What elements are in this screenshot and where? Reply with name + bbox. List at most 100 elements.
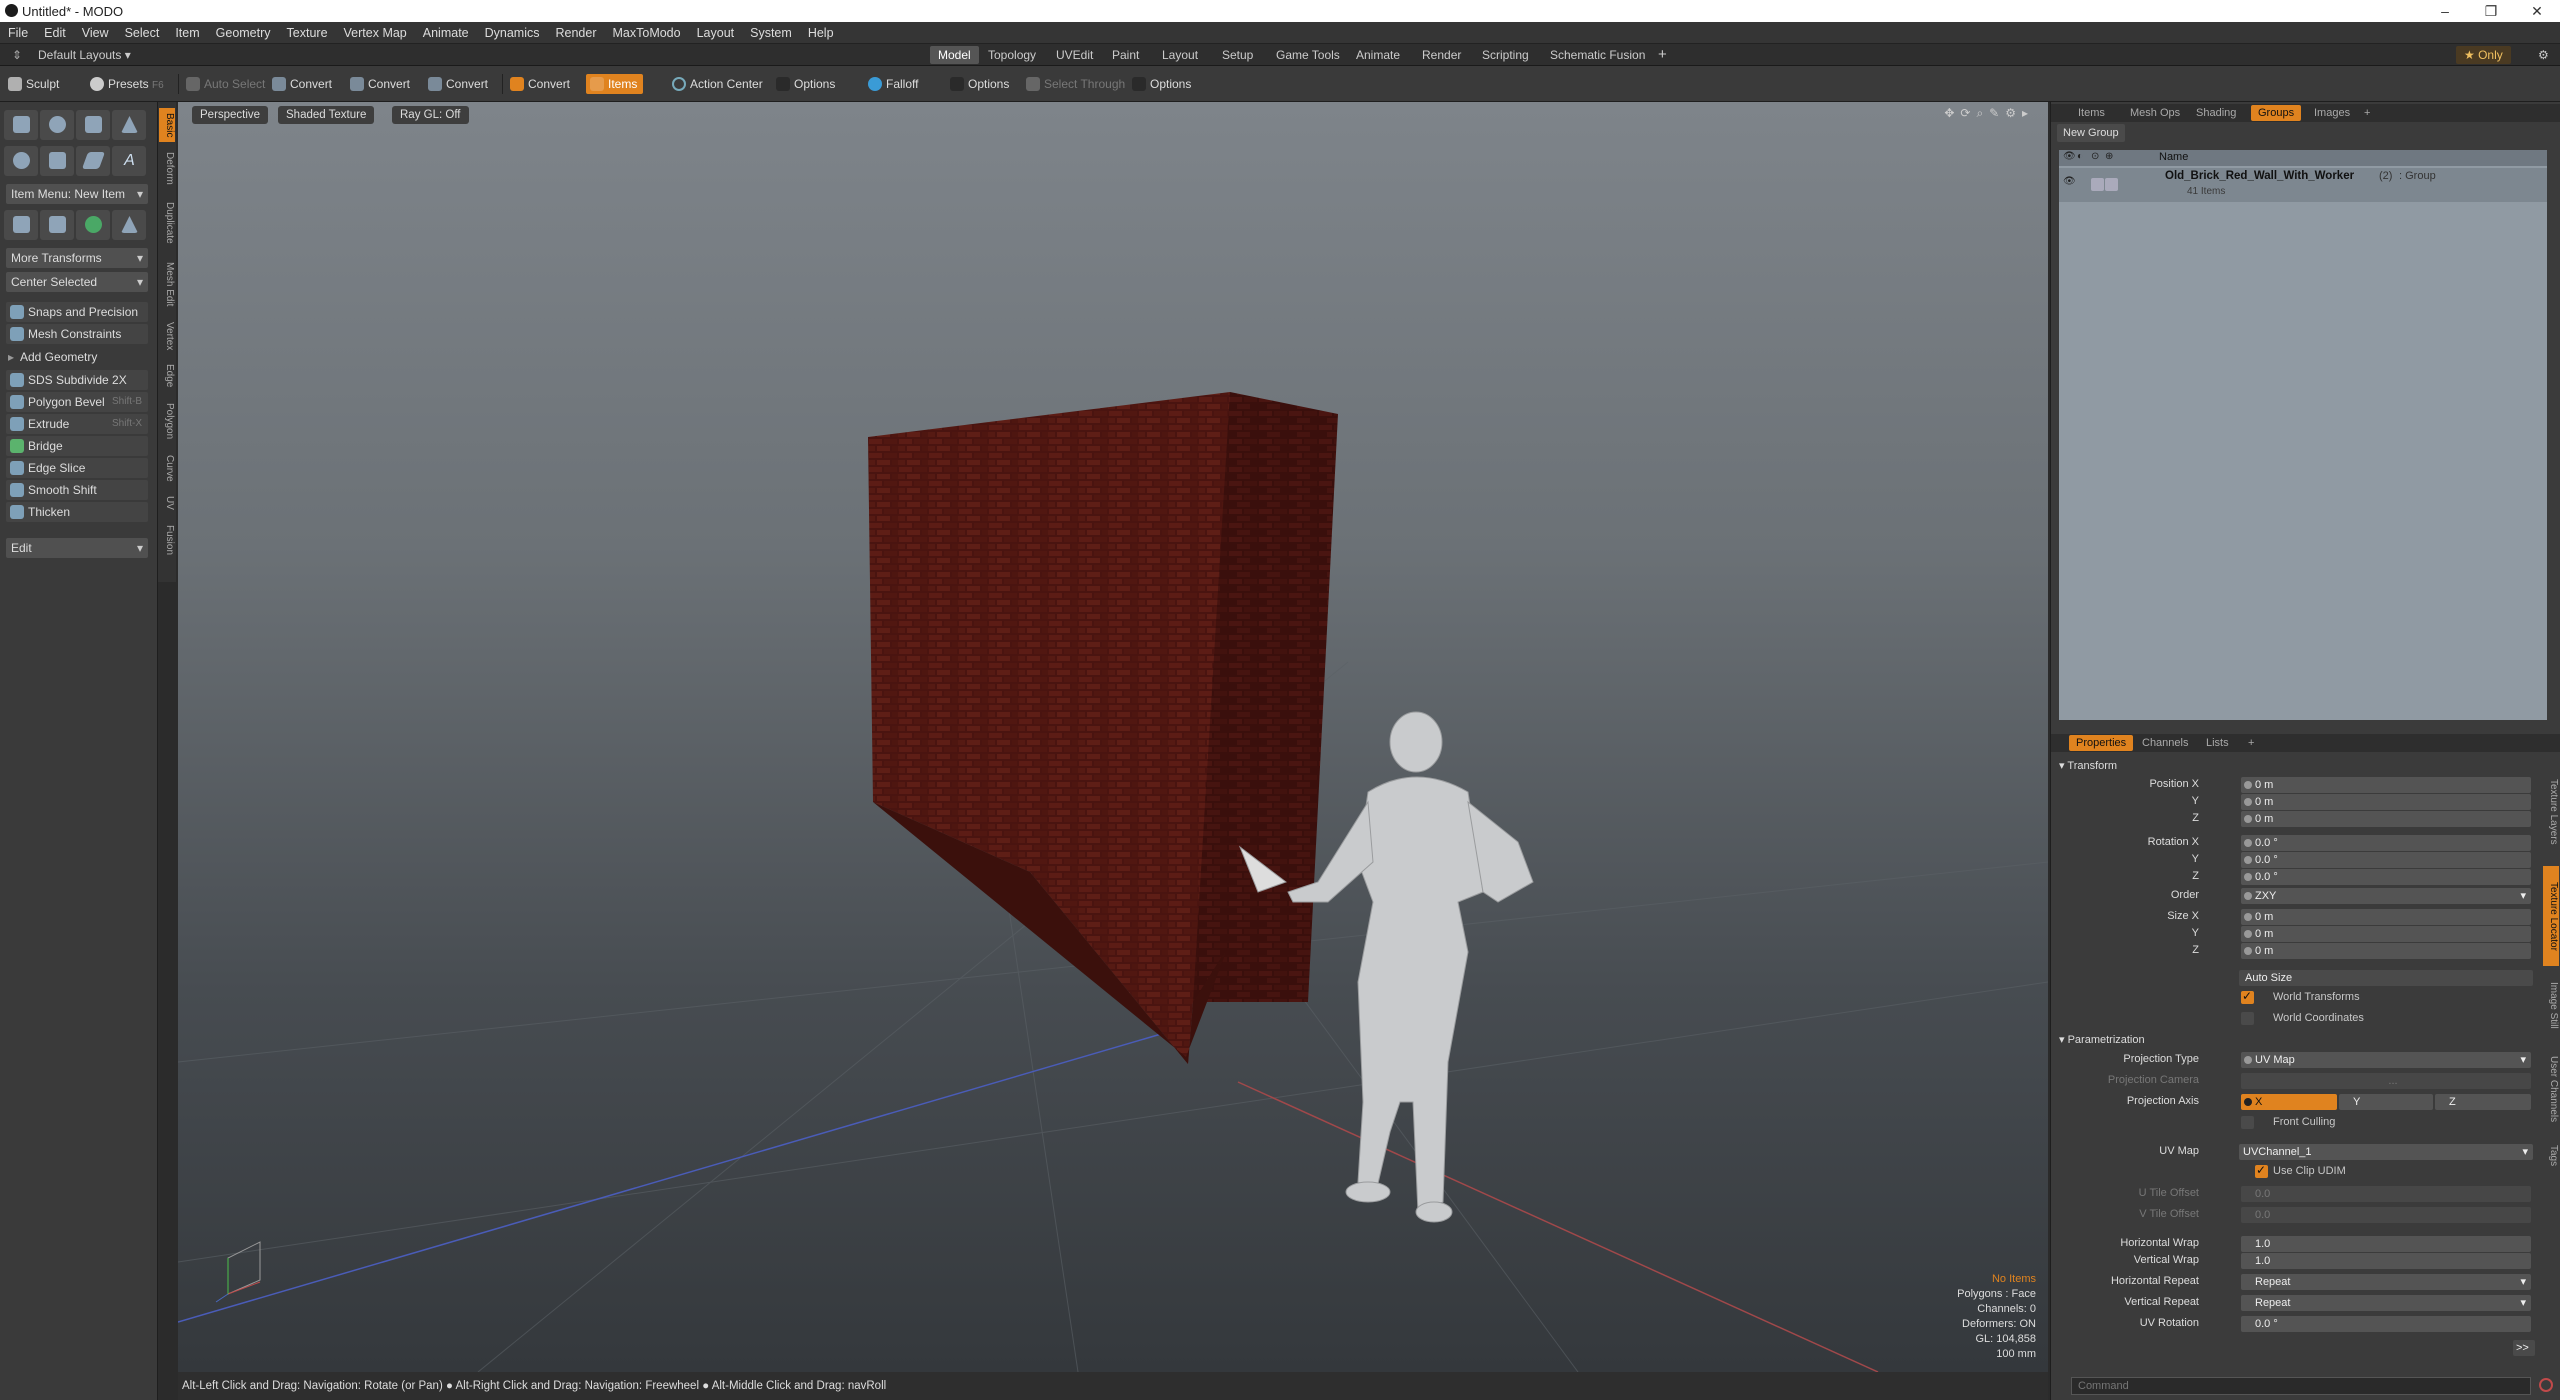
tab-animate[interactable]: Animate — [1348, 46, 1408, 64]
vtab-basic[interactable]: Basic — [159, 108, 175, 142]
menu-help[interactable]: Help — [800, 26, 842, 40]
add-geometry-header[interactable]: ▸ Add Geometry — [6, 348, 148, 366]
menu-geometry[interactable]: Geometry — [208, 26, 279, 40]
v-tile-offset-field[interactable]: 0.0 — [2241, 1207, 2531, 1223]
side-tab-tags[interactable]: Tags — [2543, 1138, 2559, 1174]
u-tile-offset-field[interactable]: 0.0 — [2241, 1186, 2531, 1202]
projection-type-dropdown[interactable]: UV Map ▾ — [2241, 1052, 2531, 1068]
tab-game-tools[interactable]: Game Tools — [1268, 46, 1348, 64]
tab-uvedit[interactable]: UVEdit — [1048, 46, 1101, 64]
torus-primitive-button[interactable] — [4, 146, 38, 176]
transform-section-header[interactable]: ▾ Transform — [2059, 758, 2117, 774]
vtab-deform[interactable]: Deform — [159, 146, 175, 190]
tab-items[interactable]: Items — [2071, 105, 2112, 121]
auto-select-button[interactable]: Auto Select — [182, 74, 271, 94]
more-properties-button[interactable]: >> — [2513, 1340, 2535, 1356]
default-layouts-dropdown[interactable]: Default Layouts ▾ — [30, 46, 139, 64]
side-tab-texture-layers[interactable]: Texture Layers — [2543, 762, 2559, 862]
tab-model[interactable]: Model — [930, 46, 979, 64]
convert-edges-button[interactable]: Convert — [346, 74, 416, 94]
transform-tool-button[interactable] — [112, 210, 146, 240]
command-input[interactable] — [2071, 1377, 2531, 1395]
use-clip-udim-checkbox[interactable] — [2255, 1163, 2268, 1178]
menu-edit[interactable]: Edit — [36, 26, 74, 40]
horizontal-repeat-dropdown[interactable]: Repeat ▾ — [2241, 1274, 2531, 1290]
tab-lists[interactable]: Lists — [2199, 735, 2236, 751]
tab-images[interactable]: Images — [2307, 105, 2357, 121]
tab-setup[interactable]: Setup — [1214, 46, 1261, 64]
size-z-field[interactable]: 0 m — [2241, 943, 2531, 959]
uv-map-dropdown[interactable]: UVChannel_1 ▾ — [2239, 1144, 2533, 1160]
vtab-duplicate[interactable]: Duplicate — [159, 194, 175, 252]
vtab-edge[interactable]: Edge — [159, 360, 175, 392]
axis-z-button[interactable]: Z — [2435, 1094, 2531, 1110]
falloff-options-button[interactable]: Options — [946, 74, 1015, 94]
mesh-constraints-button[interactable]: Mesh Constraints — [6, 324, 148, 344]
extrude-button[interactable]: Extrude Shift-X — [6, 414, 148, 434]
sphere-primitive-button[interactable] — [40, 110, 74, 140]
rotation-y-field[interactable]: 0.0 ° — [2241, 852, 2531, 868]
auto-size-button[interactable]: Auto Size — [2239, 970, 2533, 986]
front-culling-checkbox[interactable] — [2241, 1116, 2254, 1129]
only-toggle[interactable]: ★ Only — [2456, 46, 2511, 64]
convert-polygons-button[interactable]: Convert — [424, 74, 494, 94]
horizontal-wrap-field[interactable]: 1.0 — [2241, 1236, 2531, 1252]
spiral-primitive-button[interactable] — [40, 146, 74, 176]
item-menu-dropdown[interactable]: Item Menu: New Item — [6, 184, 148, 204]
thicken-button[interactable]: Thicken — [6, 502, 148, 522]
polygon-bevel-button[interactable]: Polygon Bevel Shift-B — [6, 392, 148, 412]
menu-vertex-map[interactable]: Vertex Map — [336, 26, 415, 40]
projection-camera-field[interactable]: ... — [2241, 1073, 2531, 1089]
position-z-field[interactable]: 0 m — [2241, 811, 2531, 827]
parametrization-section-header[interactable]: ▾ Parametrization — [2059, 1032, 2145, 1048]
tab-schematic-fusion[interactable]: Schematic Fusion — [1542, 46, 1653, 64]
menu-system[interactable]: System — [742, 26, 800, 40]
snaps-and-precision-button[interactable]: Snaps and Precision — [6, 302, 148, 322]
side-tab-user-channels[interactable]: User Channels — [2543, 1044, 2559, 1134]
vertical-wrap-field[interactable]: 1.0 — [2241, 1253, 2531, 1269]
cube-primitive-button[interactable] — [4, 110, 38, 140]
convert-materials-button[interactable]: Convert — [506, 74, 576, 94]
menu-animate[interactable]: Animate — [415, 26, 477, 40]
close-button[interactable]: ✕ — [2514, 0, 2560, 22]
lock-checkbox[interactable] — [2091, 178, 2104, 191]
sculpt-button[interactable]: Sculpt — [4, 74, 65, 94]
position-y-field[interactable]: 0 m — [2241, 794, 2531, 810]
cone-primitive-button[interactable] — [112, 110, 146, 140]
falloff-button[interactable]: Falloff — [864, 74, 924, 94]
visibility-eye-icon[interactable]: 👁 — [2063, 176, 2076, 187]
add-tab-button[interactable]: + — [2357, 105, 2377, 121]
select-through-options-button[interactable]: Options — [1128, 74, 1197, 94]
groups-list[interactable]: 👁 ◐ ⊙ ⊕ Name 👁 Old_Brick_Red_Wall_With_W… — [2059, 150, 2547, 720]
add-layout-tab-button[interactable]: + — [1650, 46, 1675, 64]
minimize-button[interactable]: – — [2422, 0, 2468, 22]
vtab-curve[interactable]: Curve — [159, 450, 175, 486]
more-transforms-dropdown[interactable]: More Transforms — [6, 248, 148, 268]
rotate-tool-button[interactable] — [76, 210, 110, 240]
tab-render[interactable]: Render — [1414, 46, 1469, 64]
uv-rotation-field[interactable]: 0.0 ° — [2241, 1316, 2531, 1332]
menu-texture[interactable]: Texture — [279, 26, 336, 40]
tab-groups[interactable]: Groups — [2251, 105, 2302, 121]
add-tab-button[interactable]: + — [2241, 735, 2261, 751]
order-dropdown[interactable]: ZXY ▾ — [2241, 888, 2531, 904]
menu-render[interactable]: Render — [548, 26, 605, 40]
menu-layout[interactable]: Layout — [689, 26, 743, 40]
menu-item[interactable]: Item — [167, 26, 207, 40]
world-transforms-checkbox[interactable] — [2241, 989, 2254, 1004]
select-through-button[interactable]: Select Through — [1022, 74, 1131, 94]
sds-subdivide-button[interactable]: SDS Subdivide 2X — [6, 370, 148, 390]
side-tab-image-still[interactable]: Image Still — [2543, 970, 2559, 1040]
bridge-button[interactable]: Bridge — [6, 436, 148, 456]
menu-view[interactable]: View — [74, 26, 117, 40]
tab-properties[interactable]: Properties — [2069, 735, 2134, 751]
vtab-vertex[interactable]: Vertex — [159, 316, 175, 356]
vtab-mesh-edit[interactable]: Mesh Edit — [159, 256, 175, 312]
tab-topology[interactable]: Topology — [980, 46, 1044, 64]
size-y-field[interactable]: 0 m — [2241, 926, 2531, 942]
maximize-button[interactable]: ❐ — [2468, 0, 2514, 22]
rotation-x-field[interactable]: 0.0 ° — [2241, 835, 2531, 851]
3d-viewport[interactable]: Perspective Shaded Texture Ray GL: Off ✥… — [178, 102, 2048, 1372]
center-selected-dropdown[interactable]: Center Selected — [6, 272, 148, 292]
menu-file[interactable]: File — [0, 26, 36, 40]
